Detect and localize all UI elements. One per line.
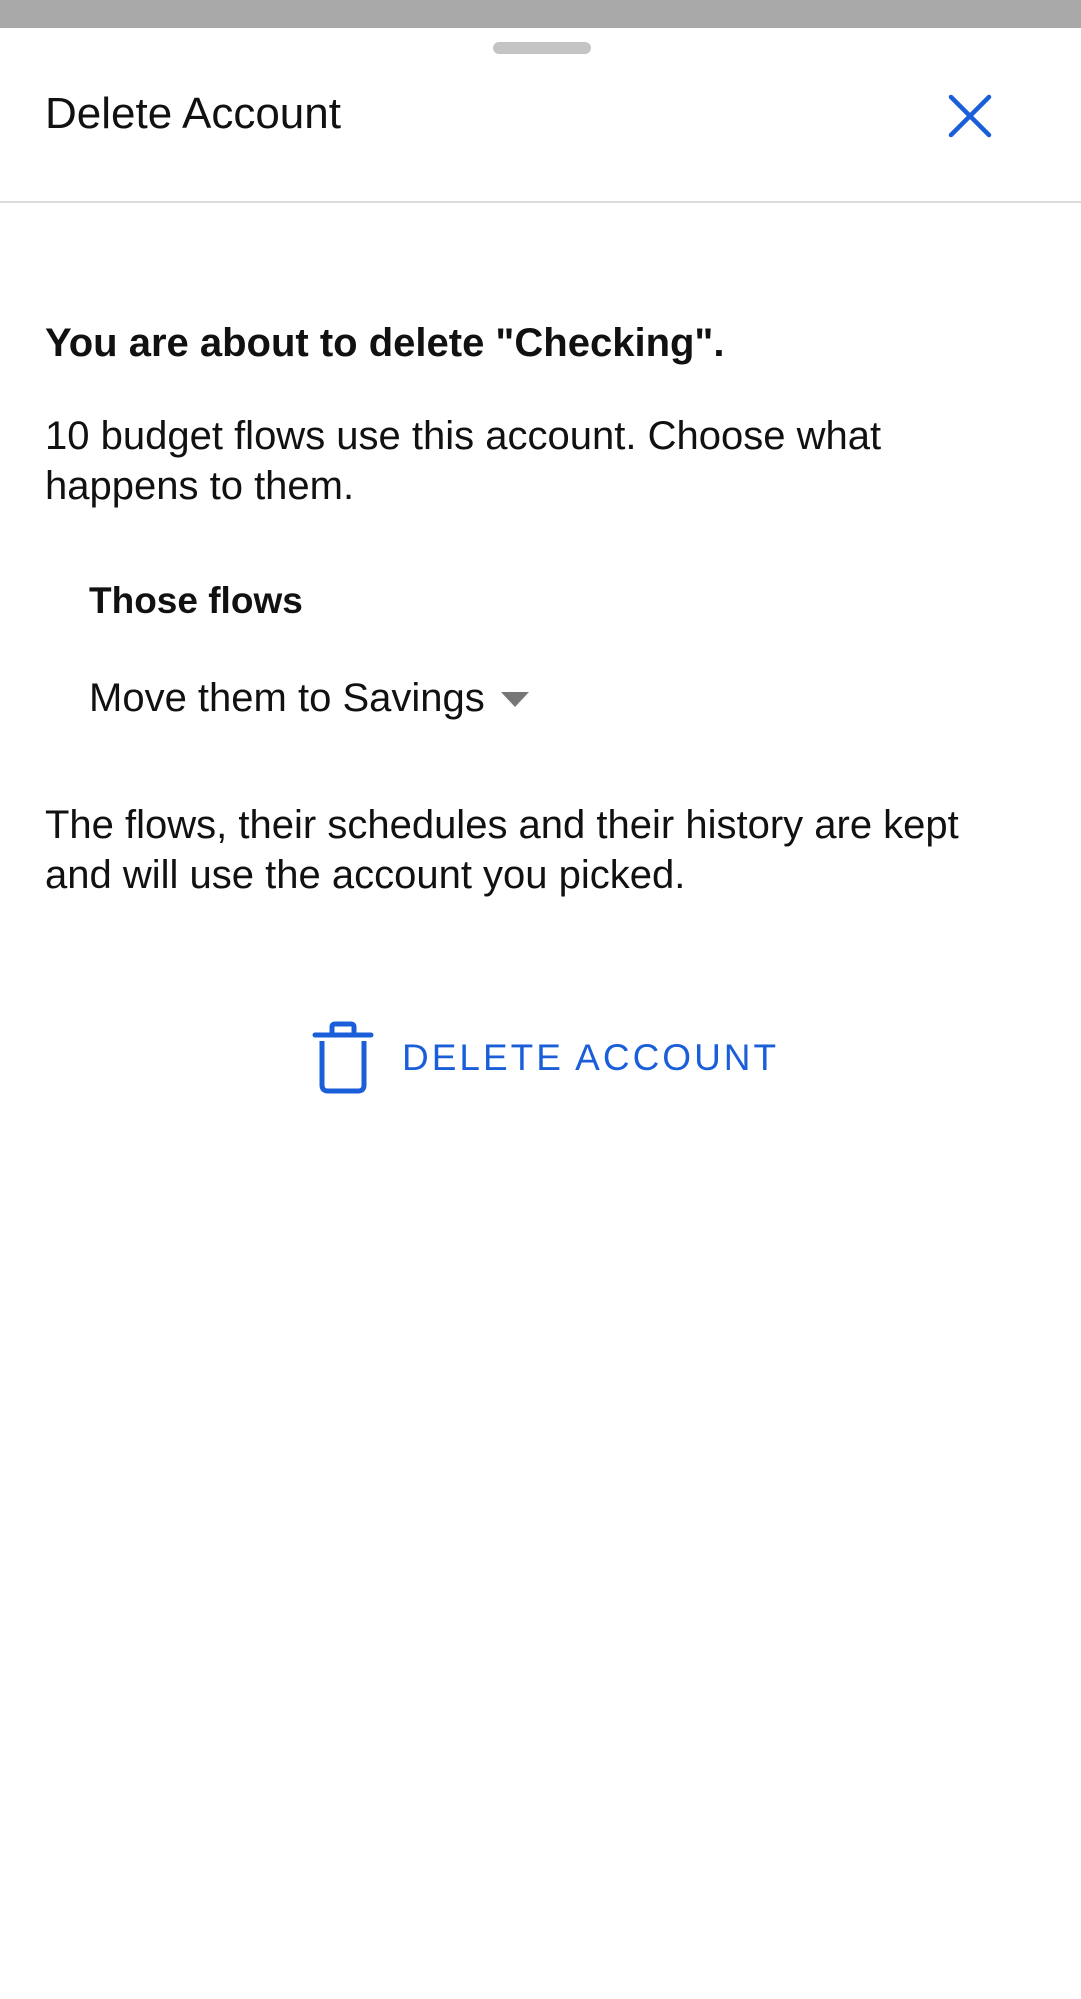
flows-retention-note: The flows, their schedules and their his… (45, 803, 959, 897)
delete-account-sheet: Delete Account You are about to delete "… (0, 28, 1081, 1999)
flows-action-selected-value: Move them to Savings (89, 676, 485, 720)
sheet-title: Delete Account (45, 89, 341, 138)
sheet-header: Delete Account (0, 28, 1081, 203)
dimmed-backdrop[interactable] (0, 0, 1081, 28)
delete-account-button[interactable]: DELETE ACCOUNT (310, 1018, 779, 1098)
trash-icon (312, 1021, 374, 1094)
flows-action-dropdown[interactable]: Move them to Savings (89, 668, 529, 728)
flows-field-label: Those flows (89, 580, 303, 621)
close-icon (948, 94, 992, 138)
delete-warning-heading: You are about to delete "Checking". (45, 321, 725, 365)
flows-description: 10 budget flows use this account. Choose… (45, 414, 882, 508)
delete-account-label: DELETE ACCOUNT (402, 1037, 780, 1078)
close-button[interactable] (944, 90, 996, 142)
dropdown-caret-icon (500, 691, 529, 707)
